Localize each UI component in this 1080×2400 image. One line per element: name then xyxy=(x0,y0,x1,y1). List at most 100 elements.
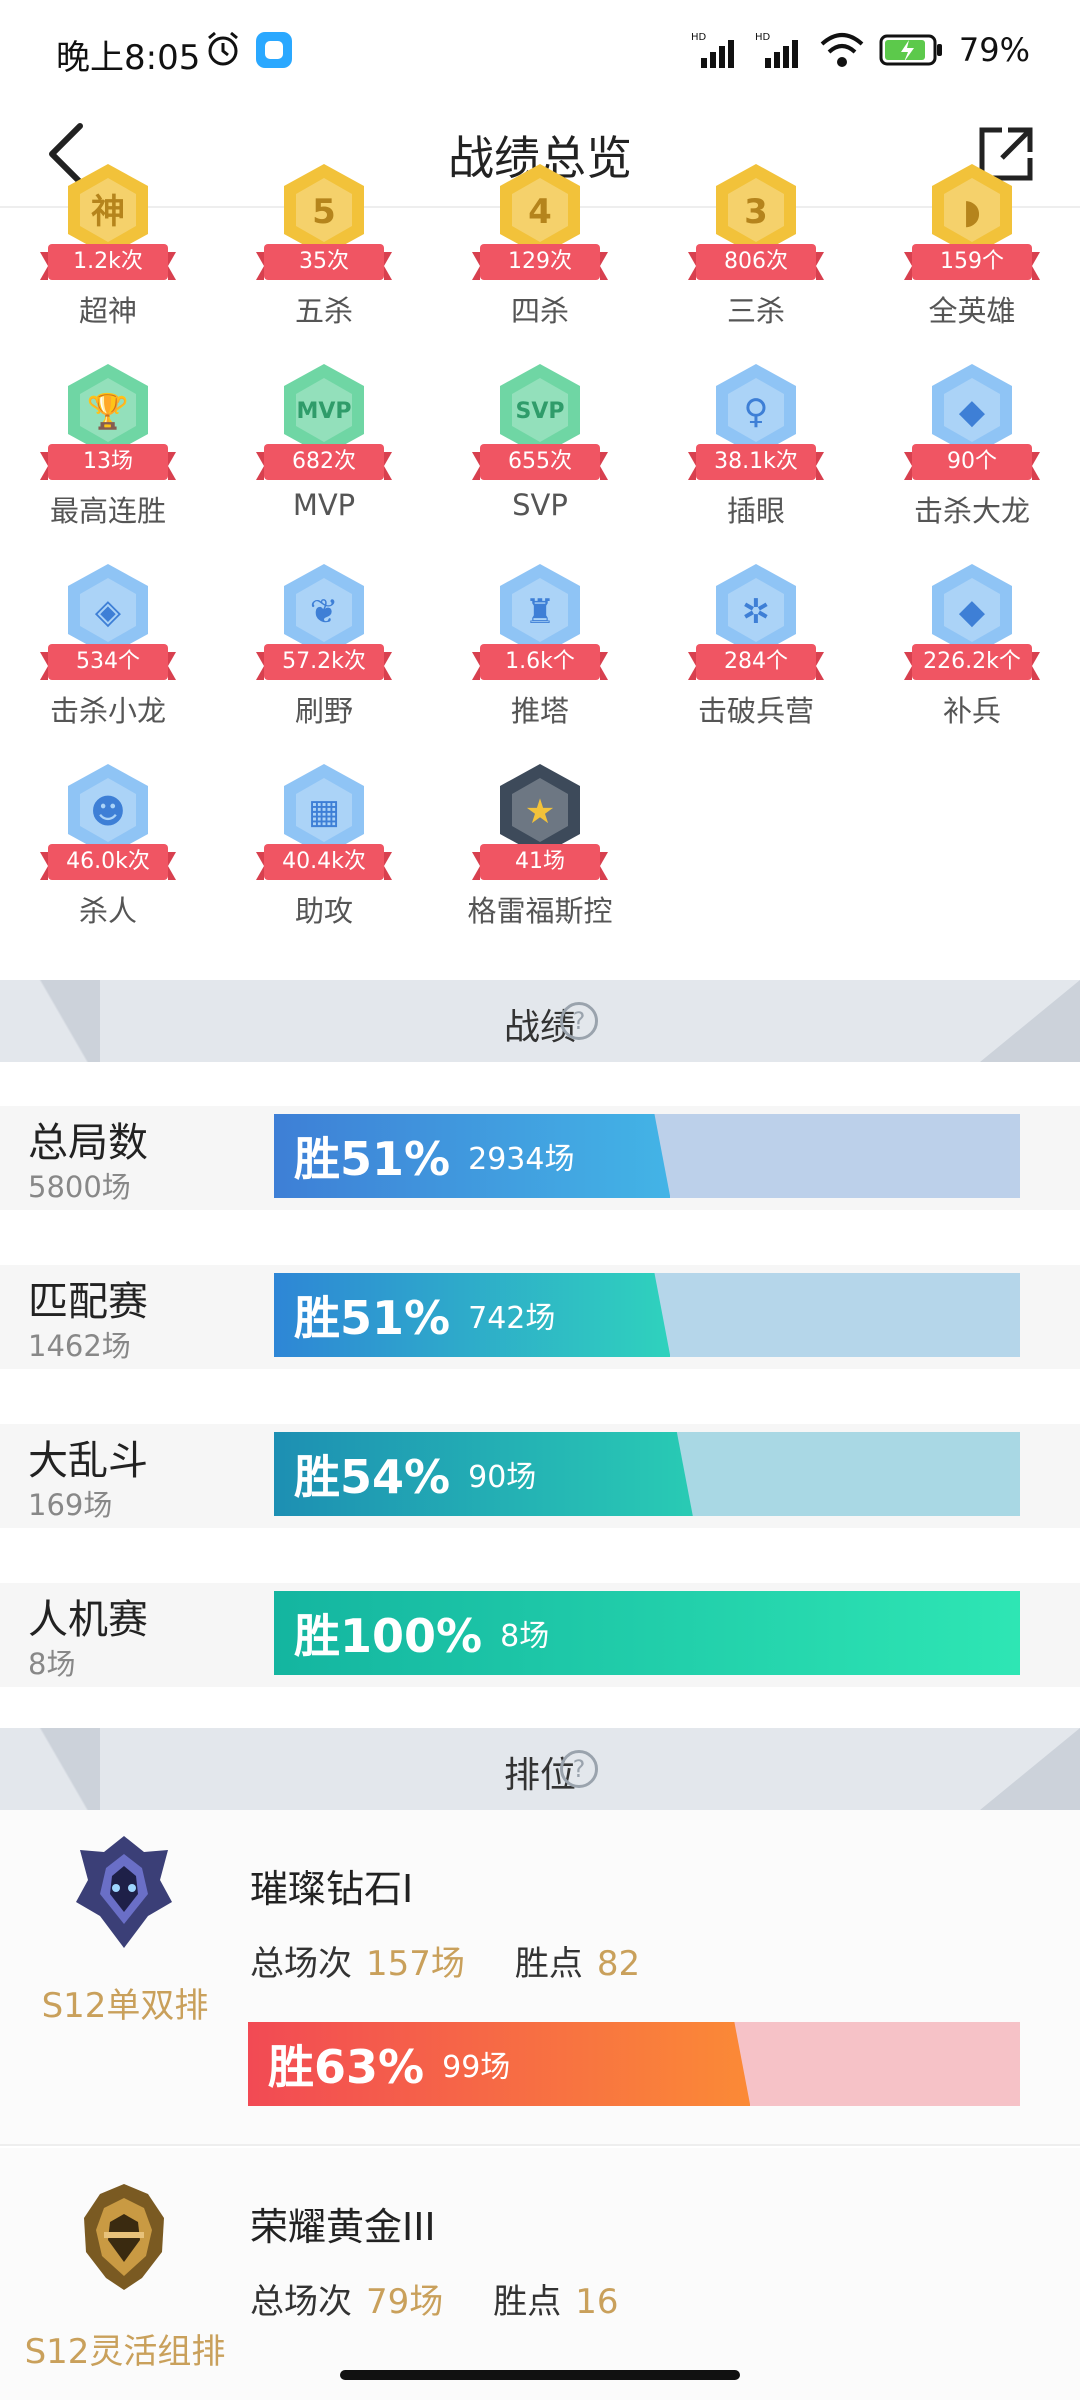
svg-text:✲: ✲ xyxy=(742,592,771,632)
achievement-label: 三杀 xyxy=(726,294,785,328)
rank-queue-label: S12单双排 xyxy=(41,1986,209,2026)
achievement-item[interactable]: ☻ 46.0k次 杀人 xyxy=(0,750,216,950)
achievement-count: 35次 xyxy=(256,244,392,280)
svg-text:◈: ◈ xyxy=(95,592,122,632)
help-icon[interactable]: ? xyxy=(560,1750,598,1788)
achievement-item[interactable]: 神 1.2k次超神 xyxy=(0,150,216,350)
svg-text:◆: ◆ xyxy=(959,592,986,632)
app-icon xyxy=(256,32,292,68)
signal-hd-icon: HD xyxy=(691,32,734,68)
achievement-label: 助攻 xyxy=(294,894,353,928)
record-total-games: 5800场 xyxy=(28,1170,131,1204)
svg-text:◆: ◆ xyxy=(959,392,986,432)
rank-row-solo[interactable]: S12单双排 璀璨钻石I 总场次 157场 胜点 82 胜63% 99场 xyxy=(0,1810,1080,2146)
svg-text:◗: ◗ xyxy=(963,192,981,232)
record-total-games: 169场 xyxy=(28,1488,113,1522)
achievement-item[interactable]: ◗ 159个 全英雄 xyxy=(864,150,1080,350)
achievement-label: 杀人 xyxy=(78,894,137,928)
winrate-bar: 胜100% 8场 xyxy=(274,1591,1020,1675)
games-label: 总场次 xyxy=(250,1944,352,1984)
record-mode-name: 人机赛 xyxy=(28,1597,148,1643)
rank-stats: 总场次 79场 胜点 16 xyxy=(250,2274,669,2323)
battery-percent: 79% xyxy=(958,31,1030,69)
games-label: 总场次 xyxy=(250,2282,352,2322)
record-row[interactable]: 总局数 5800场 胜51% 2934场 xyxy=(0,1106,1080,1210)
achievement-count: 40.4k次 xyxy=(256,844,392,880)
achievement-label: 补兵 xyxy=(942,694,1001,728)
achievement-item[interactable]: MVP 682次 MVP xyxy=(216,350,432,550)
achievement-item[interactable]: ♜ 1.6k个推塔 xyxy=(432,550,648,750)
record-row[interactable]: 人机赛 8场 胜100% 8场 xyxy=(0,1583,1080,1687)
svg-text:☻: ☻ xyxy=(90,792,125,832)
achievement-item[interactable]: ❦ 57.2k次 刷野 xyxy=(216,550,432,750)
svg-text:3: 3 xyxy=(744,192,768,232)
status-bar: 晚上8:05 HD HD 79% xyxy=(0,0,1080,100)
rank-wins-count: 99场 xyxy=(442,2050,511,2085)
rank-stats: 总场次 157场 胜点 82 xyxy=(250,1936,690,1985)
achievement-count: 655次 xyxy=(472,444,608,480)
svg-text:🏆: 🏆 xyxy=(87,392,129,432)
achievement-count: 806次 xyxy=(688,244,824,280)
svg-text:❦: ❦ xyxy=(310,592,339,632)
record-mode-name: 总局数 xyxy=(28,1120,148,1166)
svg-text:4: 4 xyxy=(528,192,552,232)
achievement-item[interactable]: 3 806次三杀 xyxy=(648,150,864,350)
winrate-percent: 胜51% xyxy=(294,1132,451,1186)
achievement-item[interactable]: 4 129次 四杀 xyxy=(432,150,648,350)
achievement-item[interactable]: SVP 655次 SVP xyxy=(432,350,648,550)
achievement-label: MVP xyxy=(292,488,356,522)
rank-row-flex[interactable]: S12灵活组排 荣耀黄金III 总场次 79场 胜点 16 xyxy=(0,2148,1080,2400)
wifi-icon xyxy=(820,33,864,67)
achievement-item[interactable]: 🏆 13场 最高连胜 xyxy=(0,350,216,550)
svg-text:神: 神 xyxy=(91,192,125,232)
svg-text:HD: HD xyxy=(691,32,707,43)
help-icon[interactable]: ? xyxy=(560,1002,598,1040)
achievement-item[interactable]: ▦ 40.4k次 助攻 xyxy=(216,750,432,950)
achievement-item[interactable]: ◈ 534个击杀小龙 xyxy=(0,550,216,750)
achievement-count: 1.6k个 xyxy=(472,644,608,680)
achievement-count: 682次 xyxy=(256,444,392,480)
record-total-games: 1462场 xyxy=(28,1329,131,1363)
achievement-label: 插眼 xyxy=(726,494,785,528)
achievement-label: 推塔 xyxy=(510,694,569,728)
games-value: 157场 xyxy=(366,1944,465,1984)
rank-tier: 璀璨钻石I xyxy=(250,1867,414,1911)
record-row[interactable]: 大乱斗 169场 胜54% 90场 xyxy=(0,1424,1080,1528)
achievement-label: 击杀小龙 xyxy=(49,694,166,728)
alarm-icon xyxy=(208,31,238,66)
winrate-percent: 胜54% xyxy=(294,1450,451,1504)
svg-text:★: ★ xyxy=(525,792,555,832)
winrate-bar: 胜51% 2934场 xyxy=(274,1114,1020,1198)
achievement-count: 534个 xyxy=(40,644,176,680)
svg-text:♜: ♜ xyxy=(525,592,555,632)
achievement-count: 226.2k个 xyxy=(904,644,1040,680)
achievement-item[interactable]: ◆ 90个 击杀大龙 xyxy=(864,350,1080,550)
rank-section-header: 排位 ? xyxy=(0,1728,1080,1810)
svg-text:♀: ♀ xyxy=(744,392,769,432)
records-section-title: 战绩 xyxy=(503,1007,576,1048)
achievement-item[interactable]: ◆ 226.2k个 补兵 xyxy=(864,550,1080,750)
record-row[interactable]: 匹配赛 1462场 胜51% 742场 xyxy=(0,1265,1080,1369)
achievement-count: 129次 xyxy=(472,244,608,280)
achievement-count: 41场 xyxy=(472,844,608,880)
rank-section-title: 排位 xyxy=(503,1755,576,1796)
rank-queue-label: S12灵活组排 xyxy=(24,2332,226,2372)
winrate-percent: 胜100% xyxy=(294,1609,483,1663)
lp-label: 胜点 xyxy=(493,2282,562,2322)
achievement-item[interactable]: 5 35次 五杀 xyxy=(216,150,432,350)
records-section-header: 战绩 ? xyxy=(0,980,1080,1062)
achievement-label: 超神 xyxy=(78,294,137,328)
achievement-label: 格雷福斯控 xyxy=(467,894,613,928)
home-indicator[interactable] xyxy=(340,2370,740,2380)
achievement-item[interactable]: ♀ 38.1k次 插眼 xyxy=(648,350,864,550)
wins-count: 90场 xyxy=(468,1460,537,1495)
wins-count: 742场 xyxy=(468,1301,556,1336)
achievement-label: 全英雄 xyxy=(928,294,1016,328)
achievement-item[interactable]: ✲ 284个 击破兵营 xyxy=(648,550,864,750)
achievement-count: 57.2k次 xyxy=(256,644,392,680)
achievement-label: 最高连胜 xyxy=(49,494,166,528)
achievement-count: 1.2k次 xyxy=(40,244,176,280)
winrate-bar: 胜51% 742场 xyxy=(274,1273,1020,1357)
achievement-item[interactable]: ★ 41场格雷福斯控 xyxy=(432,750,648,950)
achievement-count: 38.1k次 xyxy=(688,444,824,480)
